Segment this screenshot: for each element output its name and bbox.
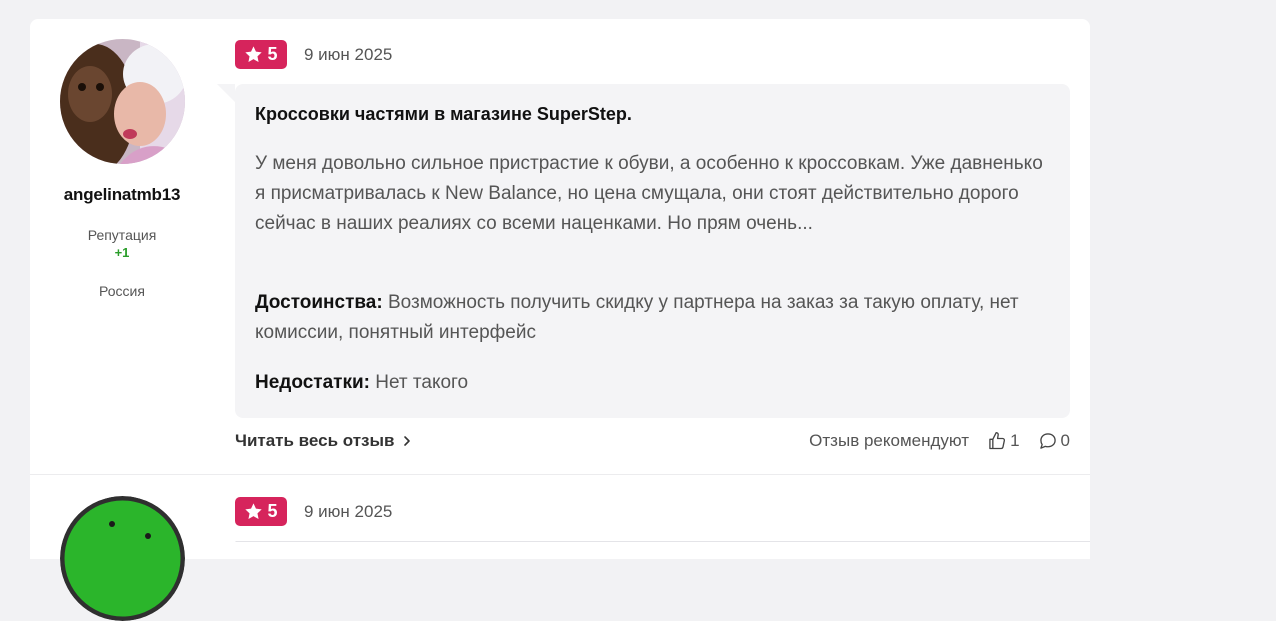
author-username[interactable]: angelinatmb13 xyxy=(30,185,214,205)
recommend-label: Отзыв рекомендуют xyxy=(809,431,970,450)
read-more-label: Читать весь отзыв xyxy=(235,431,395,450)
review-actions: Отзыв рекомендуют 1 0 xyxy=(809,431,1070,451)
review-title[interactable]: Кроссовки частями в магазине SuperStep. xyxy=(255,104,632,125)
review-cons: Недостатки: Нет такого xyxy=(255,368,1055,398)
comments-button[interactable]: 0 xyxy=(1038,431,1070,451)
review-pros: Достоинства: Возможность получить скидку… xyxy=(255,288,1055,348)
review-footer: Читать весь отзыв Отзыв рекомендуют 1 0 xyxy=(235,431,1070,455)
rating-badge: 5 xyxy=(235,40,287,69)
review-meta: 5 9 июн 2025 xyxy=(235,497,392,526)
review-card: 5 9 июн 2025 xyxy=(30,476,1090,621)
review-meta: 5 9 июн 2025 xyxy=(235,40,392,69)
review-date: 9 июн 2025 xyxy=(304,501,393,521)
avatar-image xyxy=(60,496,185,621)
pros-label: Достоинства: xyxy=(255,292,383,313)
review-body: Кроссовки частями в магазине SuperStep. … xyxy=(217,84,1070,418)
rating-value: 5 xyxy=(267,501,278,521)
review-body xyxy=(235,541,1090,581)
rating-value: 5 xyxy=(267,44,278,64)
avatar[interactable] xyxy=(60,39,185,164)
review-date: 9 июн 2025 xyxy=(304,44,393,64)
reputation-value: +1 xyxy=(114,245,130,260)
chevron-right-icon xyxy=(404,436,411,446)
thumbs-up-icon xyxy=(989,432,1006,450)
cons-label: Недостатки: xyxy=(255,372,370,393)
cons-text: Нет такого xyxy=(375,372,469,393)
rating-badge: 5 xyxy=(235,497,287,526)
star-icon xyxy=(245,46,263,62)
star-icon xyxy=(245,503,263,519)
review-card: angelinatmb13 Репутация +1 Россия 5 9 ию… xyxy=(30,19,1090,475)
reputation-label: Репутация xyxy=(87,227,157,243)
author-country: Россия xyxy=(99,283,145,299)
comment-icon xyxy=(1039,433,1056,449)
like-button[interactable]: 1 xyxy=(987,431,1020,451)
reviews-feed: angelinatmb13 Репутация +1 Россия 5 9 ию… xyxy=(30,19,1090,621)
like-count: 1 xyxy=(1010,431,1020,450)
comment-count: 0 xyxy=(1060,431,1070,450)
avatar[interactable] xyxy=(60,496,185,621)
avatar-image xyxy=(60,39,185,164)
review-text: У меня довольно сильное пристрастие к об… xyxy=(255,153,1043,234)
read-full-review-link[interactable]: Читать весь отзыв xyxy=(235,431,412,451)
